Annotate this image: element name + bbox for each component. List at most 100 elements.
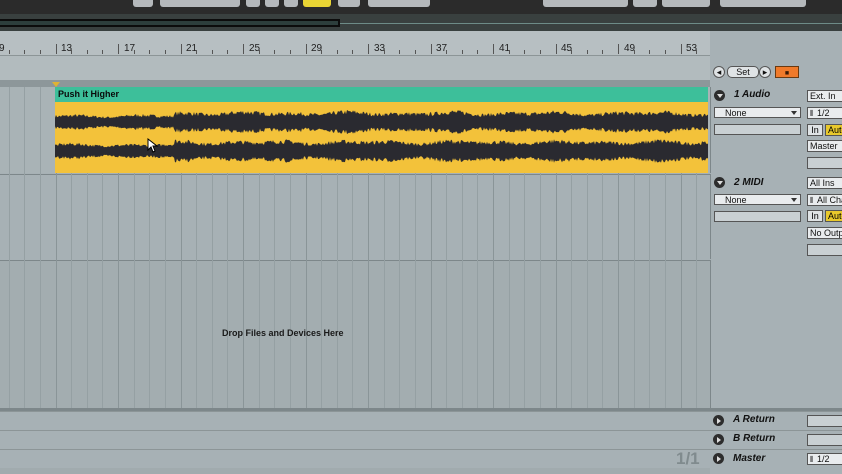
loop-start-field[interactable]: [543, 0, 628, 7]
ruler-tick: [24, 50, 25, 54]
loop-toggle[interactable]: [633, 0, 657, 7]
ruler-tick: [681, 44, 682, 54]
loop-brace-strip[interactable]: [0, 56, 710, 80]
metronome-button[interactable]: [338, 0, 360, 7]
output-select[interactable]: No Output: [807, 227, 842, 239]
ruler-tick: [649, 50, 650, 54]
track-io-audio: Ext. In ⦀ 1/2 In Auto Master: [807, 87, 842, 173]
tempo-field[interactable]: [160, 0, 240, 7]
page-indicator: 1/1: [676, 449, 700, 468]
draw-mode-button[interactable]: [662, 0, 710, 7]
master-lane[interactable]: [0, 449, 710, 469]
ruler-tick: [618, 44, 619, 54]
ruler-tick: [493, 44, 494, 54]
track-header-audio[interactable]: 1 Audio None: [710, 87, 807, 173]
transport-button[interactable]: [133, 0, 153, 7]
return-header-b[interactable]: B Return: [710, 430, 842, 450]
meter-icon: ⦀: [810, 109, 814, 118]
monitor-in-button[interactable]: In: [807, 124, 823, 136]
input-channel-select[interactable]: ⦀ 1/2: [807, 107, 842, 119]
ruler-tick: [462, 50, 463, 54]
grid-line: [9, 87, 10, 408]
output-select[interactable]: Master: [807, 140, 842, 152]
ruler-tick: [446, 50, 447, 54]
locator-controls: ◂ Set ▸ ■: [710, 56, 842, 87]
track-name[interactable]: A Return: [733, 414, 775, 425]
master-header[interactable]: Master ⦀ 1/2: [710, 449, 842, 470]
monitor-in-button[interactable]: In: [807, 210, 823, 222]
set-locator-button[interactable]: Set: [727, 66, 759, 78]
overview-line: [340, 23, 842, 24]
output-channel-select[interactable]: [807, 244, 842, 256]
output-channel-select[interactable]: [807, 157, 842, 169]
play-button[interactable]: [246, 0, 260, 7]
ruler-tick: [431, 44, 432, 54]
return-lane-a[interactable]: [0, 411, 710, 430]
return-header-a[interactable]: A Return: [710, 411, 842, 431]
return-lane-b[interactable]: [0, 430, 710, 449]
monitor-auto-button[interactable]: Auto: [825, 124, 842, 136]
ruler-tick: [40, 50, 41, 54]
track-name[interactable]: 1 Audio: [734, 89, 770, 100]
lock-icon: ■: [784, 70, 790, 77]
ruler-tick: [165, 50, 166, 54]
input-chain-select[interactable]: None: [714, 194, 801, 205]
ruler-tick: [665, 50, 666, 54]
arrangement-overview[interactable]: [0, 14, 842, 31]
quantize-menu[interactable]: [368, 0, 430, 7]
beat-time-ruler[interactable]: 9 13 17 21 25 29 33 37 41 45 49 53: [0, 31, 710, 56]
ruler-tick: [587, 50, 588, 54]
fold-chevron-icon[interactable]: [714, 90, 725, 101]
lock-envelopes-button[interactable]: ■: [775, 66, 799, 78]
track-slot[interactable]: [714, 211, 801, 222]
track-header-midi[interactable]: 2 MIDI None: [710, 174, 807, 259]
ruler-tick: [181, 44, 182, 54]
stop-button[interactable]: [265, 0, 279, 7]
track-name[interactable]: 2 MIDI: [734, 177, 763, 188]
fold-chevron-icon[interactable]: [714, 177, 725, 188]
overdub-button[interactable]: [303, 0, 331, 7]
return-output-field[interactable]: [807, 415, 842, 427]
transport-bar: [0, 0, 842, 14]
master-output-select[interactable]: ⦀ 1/2: [807, 453, 842, 465]
input-channel-label: All Channels: [817, 195, 842, 205]
drop-area-header[interactable]: [710, 260, 807, 408]
fold-chevron-icon[interactable]: [713, 453, 724, 464]
ruler-tick: [556, 44, 557, 54]
ruler-tick: [352, 50, 353, 54]
clip-title-bar[interactable]: Push it Higher: [55, 87, 708, 102]
input-chain-select[interactable]: None: [714, 107, 801, 118]
return-output-field[interactable]: [807, 434, 842, 446]
previous-locator-button[interactable]: ◂: [713, 66, 725, 78]
ruler-tick: [259, 50, 260, 54]
ruler-tick: [118, 44, 119, 54]
time-ruler[interactable]: [0, 468, 710, 474]
ruler-tick: [290, 50, 291, 54]
grid-line: [40, 87, 41, 408]
track-io-midi: All Ins ⦀ All Channels In Auto No Output: [807, 174, 842, 259]
record-button[interactable]: [284, 0, 298, 7]
overview-view-box[interactable]: [0, 19, 340, 27]
ruler-tick: [306, 44, 307, 54]
ruler-tick: [56, 44, 57, 54]
loop-length-field[interactable]: [720, 0, 806, 7]
audio-clip[interactable]: Push it Higher: [55, 87, 708, 173]
next-locator-button[interactable]: ▸: [759, 66, 771, 78]
start-marker-icon[interactable]: [52, 82, 60, 87]
master-output-label: 1/2: [817, 454, 830, 464]
ruler-tick: [384, 50, 385, 54]
input-type-select[interactable]: All Ins: [807, 177, 842, 189]
locator-strip[interactable]: [0, 80, 710, 87]
track-slot[interactable]: [714, 124, 801, 135]
input-channel-select[interactable]: ⦀ All Channels: [807, 194, 842, 206]
drop-hint: Drop Files and Devices Here: [222, 328, 344, 338]
monitor-auto-button[interactable]: Auto: [825, 210, 842, 222]
input-type-select[interactable]: Ext. In: [807, 90, 842, 102]
fold-chevron-icon[interactable]: [713, 415, 724, 426]
drop-area[interactable]: [0, 260, 710, 409]
ruler-tick: [509, 50, 510, 54]
track-name[interactable]: Master: [733, 453, 765, 464]
track-lane-midi[interactable]: [0, 174, 710, 260]
track-name[interactable]: B Return: [733, 433, 775, 444]
fold-chevron-icon[interactable]: [713, 434, 724, 445]
